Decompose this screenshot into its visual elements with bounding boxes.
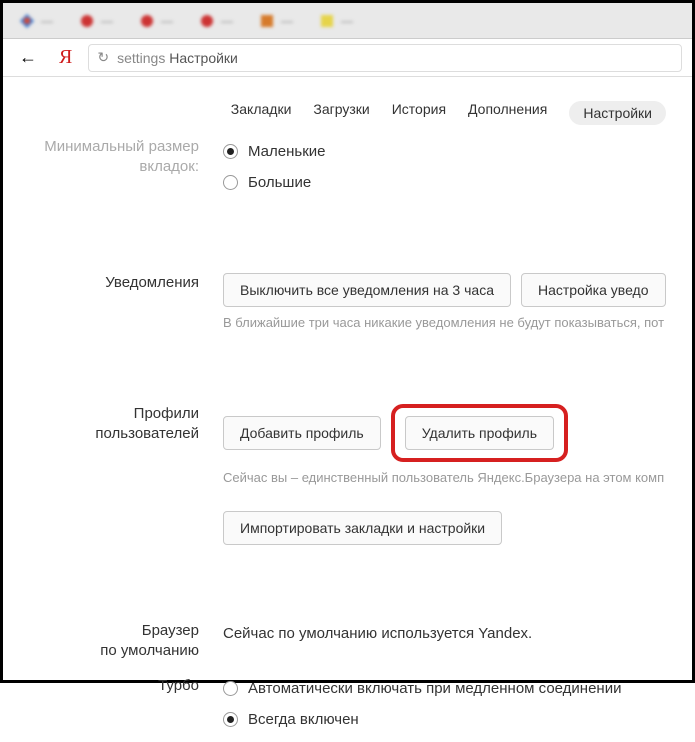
tab-label: —: [101, 14, 113, 28]
nav-bookmarks[interactable]: Закладки: [231, 101, 292, 125]
back-button[interactable]: ←: [13, 43, 43, 72]
square-icon: [259, 13, 275, 29]
radio-icon: [223, 144, 238, 159]
section-label: Браузер по умолчанию: [3, 621, 223, 660]
radio-label: Всегда включен: [248, 711, 359, 728]
browser-tab[interactable]: —: [131, 9, 181, 33]
section-label: Минимальный размер вкладок:: [3, 137, 223, 176]
nav-history[interactable]: История: [392, 101, 446, 125]
browser-toolbar: ← Я ↻ settings Настройки: [3, 39, 692, 77]
tab-label: —: [221, 14, 233, 28]
section-label: Турбо: [3, 676, 223, 696]
tab-label: —: [41, 14, 53, 28]
radio-label: Большие: [248, 174, 311, 191]
browser-tab-strip: — — — — — —: [3, 3, 692, 39]
address-text: settings Настройки: [117, 50, 238, 66]
section-tab-size: Минимальный размер вкладок: Маленькие Бо…: [3, 139, 692, 205]
radio-small-tabs[interactable]: Маленькие: [223, 143, 692, 160]
section-profiles: Профили пользователей Добавить профиль У…: [3, 404, 692, 553]
radio-icon: [223, 712, 238, 727]
import-bookmarks-button[interactable]: Импортировать закладки и настройки: [223, 511, 502, 545]
section-label: Профили пользователей: [3, 404, 223, 443]
mute-notifications-button[interactable]: Выключить все уведомления на 3 часа: [223, 273, 511, 307]
radio-icon: [223, 681, 238, 696]
tab-label: —: [281, 14, 293, 28]
nav-settings[interactable]: Настройки: [569, 101, 666, 125]
profiles-hint: Сейчас вы – единственный пользователь Ян…: [223, 470, 692, 485]
dot-icon: [139, 13, 155, 29]
address-bar[interactable]: ↻ settings Настройки: [88, 44, 682, 72]
section-default-browser: Браузер по умолчанию Сейчас по умолчанию…: [3, 621, 692, 668]
reload-icon[interactable]: ↻: [97, 49, 109, 66]
browser-tab[interactable]: —: [311, 9, 361, 33]
add-profile-button[interactable]: Добавить профиль: [223, 416, 381, 450]
yandex-logo-icon[interactable]: Я: [55, 46, 76, 69]
browser-tab[interactable]: —: [251, 9, 301, 33]
browser-tab[interactable]: —: [191, 9, 241, 33]
radio-label: Маленькие: [248, 143, 325, 160]
diamond-icon: [19, 13, 35, 29]
tab-label: —: [161, 14, 173, 28]
default-browser-status: Сейчас по умолчанию используется Yandex.: [223, 625, 692, 642]
remove-profile-button[interactable]: Удалить профиль: [405, 416, 554, 450]
dot-icon: [79, 13, 95, 29]
browser-tab[interactable]: —: [71, 9, 121, 33]
section-notifications: Уведомления Выключить все уведомления на…: [3, 273, 692, 356]
highlight-annotation: Удалить профиль: [391, 404, 568, 462]
radio-turbo-always[interactable]: Всегда включен: [223, 711, 692, 728]
tab-label: —: [341, 14, 353, 28]
section-label: Уведомления: [3, 273, 223, 293]
square-icon: [319, 13, 335, 29]
notifications-hint: В ближайшие три часа никакие уведомления…: [223, 315, 692, 330]
dot-icon: [199, 13, 215, 29]
nav-addons[interactable]: Дополнения: [468, 101, 547, 125]
browser-tab[interactable]: —: [11, 9, 61, 33]
nav-downloads[interactable]: Загрузки: [313, 101, 369, 125]
notification-settings-button[interactable]: Настройка уведо: [521, 273, 666, 307]
section-turbo: Турбо Автоматически включать при медленн…: [3, 676, 692, 742]
settings-nav: Закладки Загрузки История Дополнения Нас…: [3, 77, 692, 139]
radio-large-tabs[interactable]: Большие: [223, 174, 692, 191]
radio-icon: [223, 175, 238, 190]
